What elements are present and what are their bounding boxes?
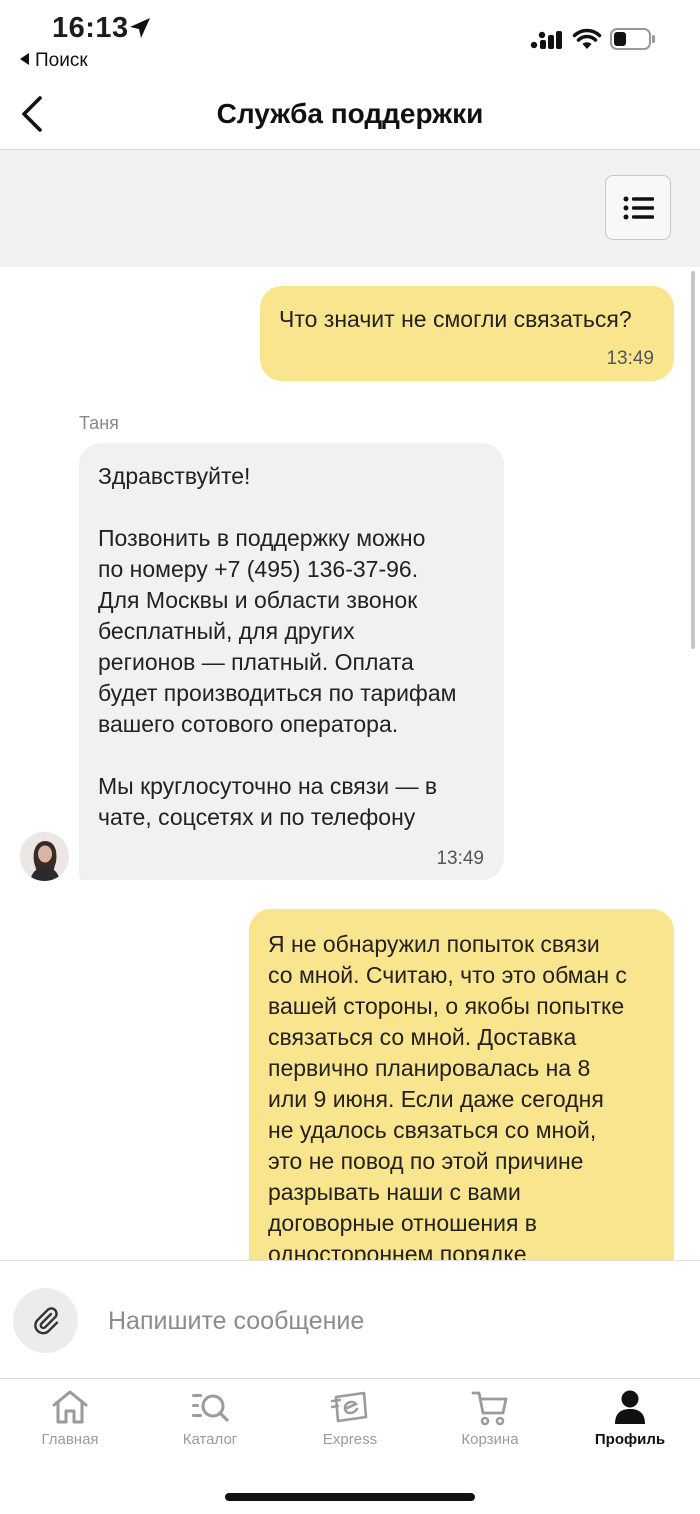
message-text: Что значит не смогли связаться? [279, 306, 632, 332]
tab-label: Express [322, 1431, 378, 1448]
chat-scrollbar[interactable] [691, 271, 695, 649]
chat-menu-button[interactable] [605, 175, 671, 240]
cart-icon [471, 1391, 508, 1426]
message-outgoing[interactable]: Я не обнаружил попыток связи со мной. Сч… [249, 909, 674, 1260]
message-outgoing[interactable]: Что значит не смогли связаться? 13:49 [260, 286, 674, 381]
page-title: Служба поддержки [216, 98, 484, 129]
cellular-signal-icon [530, 31, 562, 49]
location-arrow-icon [130, 18, 150, 38]
tab-home[interactable]: Главная [0, 1379, 140, 1459]
message-text: Здравствуйте! Позвонить в поддержку можн… [98, 463, 457, 830]
tab-label: Профиль [594, 1431, 666, 1448]
operator-avatar[interactable] [20, 832, 69, 881]
status-time: 16:13 [52, 12, 129, 44]
battery-icon [610, 28, 655, 50]
message-time: 13:49 [606, 348, 654, 369]
tab-profile[interactable]: Профиль [560, 1379, 700, 1459]
list-menu-icon [623, 196, 654, 220]
back-app-label: Поиск [35, 50, 88, 71]
home-icon [52, 1390, 88, 1424]
chat-toolbar [0, 150, 700, 267]
back-to-app-link[interactable]: Поиск [20, 50, 88, 72]
message-text: Я не обнаружил попыток связи со мной. Сч… [268, 931, 627, 1260]
tab-label: Главная [41, 1431, 99, 1448]
message-input[interactable] [98, 1297, 658, 1345]
tab-label: Каталог [182, 1431, 238, 1448]
tab-catalog[interactable]: Каталог [140, 1379, 280, 1459]
profile-icon [615, 1390, 645, 1424]
tab-express[interactable]: Express [280, 1379, 420, 1459]
express-icon [330, 1391, 368, 1423]
chat-messages[interactable]: Что значит не смогли связаться? 13:49 Та… [0, 267, 700, 1260]
message-sender-name: Таня [79, 413, 119, 433]
back-triangle-icon [20, 53, 29, 65]
paperclip-icon [34, 1307, 59, 1335]
status-bar: 16:13 Поиск [0, 0, 700, 80]
wifi-icon [572, 28, 602, 49]
avatar-photo-icon [20, 832, 69, 881]
catalog-search-icon [192, 1394, 229, 1422]
nav-header: Служба поддержки [0, 80, 700, 150]
home-indicator[interactable] [225, 1493, 475, 1501]
tab-label: Корзина [461, 1431, 519, 1448]
tab-cart[interactable]: Корзина [420, 1379, 560, 1459]
message-incoming[interactable]: Здравствуйте! Позвонить в поддержку можн… [79, 443, 504, 880]
message-time: 13:49 [436, 848, 484, 869]
attach-button[interactable] [13, 1288, 78, 1353]
message-composer [0, 1260, 700, 1378]
